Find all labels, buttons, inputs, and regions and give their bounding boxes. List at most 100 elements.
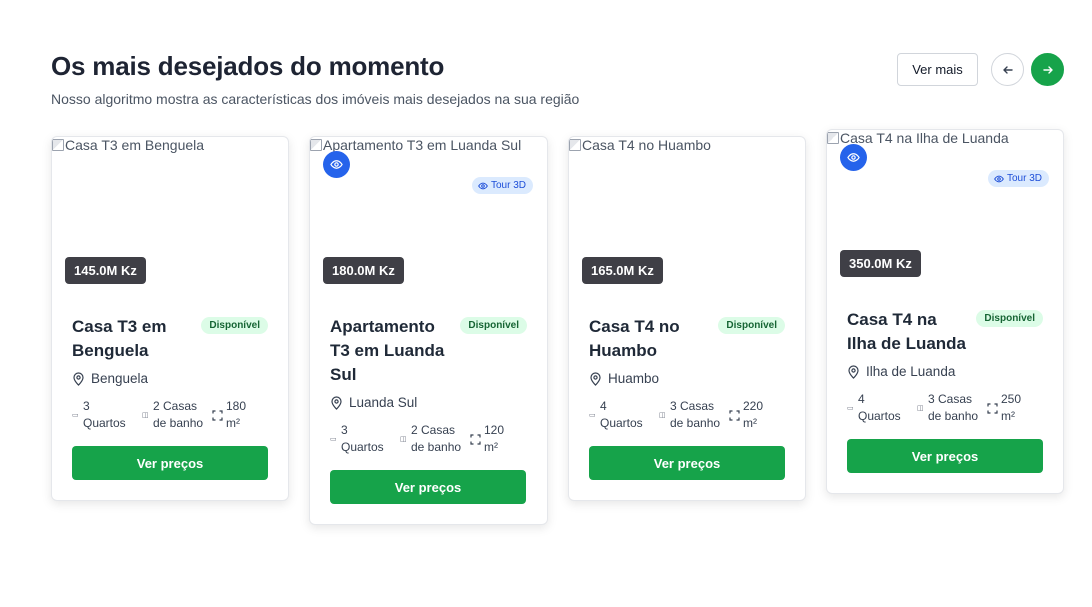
area-feature: 250 m² [987, 391, 1037, 425]
area-feature: 120 m² [470, 422, 520, 456]
area-icon [470, 433, 481, 445]
broken-image-icon [310, 139, 322, 151]
location-label: Ilha de Luanda [866, 364, 956, 379]
area-feature: 180 m² [212, 398, 262, 432]
bed-icon: ▭ [330, 435, 337, 443]
property-location: Benguela [72, 371, 268, 386]
property-image[interactable]: Apartamento T3 em Luanda Sul Tour 3D 180… [310, 137, 547, 297]
tour-3d-label: Tour 3D [1006, 173, 1042, 184]
rooms-label: 4 Quartos [858, 392, 901, 423]
property-features: ▭ 3 Quartos ◫ 2 Casas de banho 180 m² [72, 398, 268, 432]
location-label: Luanda Sul [349, 395, 418, 410]
ver-mais-button[interactable]: Ver mais [897, 53, 978, 86]
property-title[interactable]: Apartamento T3 em Luanda Sul [330, 315, 450, 387]
area-label: 120 m² [484, 423, 505, 454]
rooms-feature: ▭ 4 Quartos [589, 398, 659, 432]
bath-icon: ◫ [400, 435, 407, 443]
map-pin-icon [590, 371, 601, 386]
area-icon [212, 409, 223, 421]
baths-label: 3 Casas de banho [928, 392, 979, 423]
location-label: Huambo [608, 371, 660, 386]
bath-icon: ◫ [659, 411, 666, 419]
property-image[interactable]: Casa T4 no Huambo 165.0M Kz [569, 137, 805, 297]
carousel-next-button[interactable] [1031, 53, 1064, 86]
view-eye-button[interactable] [840, 144, 867, 171]
property-card[interactable]: Casa T4 no Huambo 165.0M Kz Casa T4 no H… [568, 136, 806, 501]
section-title: Os mais desejados do momento [51, 51, 445, 81]
area-feature: 220 m² [729, 398, 779, 432]
price-badge: 350.0M Kz [840, 250, 921, 277]
property-title[interactable]: Casa T4 no Huambo [589, 315, 709, 363]
area-icon [729, 409, 740, 421]
bed-icon: ▭ [589, 411, 596, 419]
baths-feature: ◫ 3 Casas de banho [917, 391, 987, 425]
eye-icon [994, 175, 1004, 182]
section-subtitle: Nosso algoritmo mostra as característica… [51, 91, 580, 107]
baths-label: 2 Casas de banho [411, 423, 462, 454]
image-alt-text: Casa T3 em Benguela [52, 137, 204, 153]
tour-3d-label: Tour 3D [490, 180, 526, 191]
bath-icon: ◫ [917, 404, 924, 412]
status-badge: Disponível [718, 317, 785, 334]
status-badge: Disponível [201, 317, 268, 334]
image-alt-label: Casa T3 em Benguela [65, 137, 205, 153]
ver-precos-button[interactable]: Ver preços [589, 446, 785, 480]
arrow-right-icon [1042, 65, 1053, 74]
area-label: 180 m² [226, 399, 247, 430]
property-location: Huambo [589, 371, 785, 386]
broken-image-icon [52, 139, 64, 151]
bed-icon: ▭ [847, 404, 854, 412]
image-alt-text: Casa T4 no Huambo [569, 137, 711, 153]
property-features: ▭ 4 Quartos ◫ 3 Casas de banho 250 m² [847, 391, 1043, 425]
tour-3d-badge[interactable]: Tour 3D [987, 170, 1049, 187]
carousel-prev-button[interactable] [991, 53, 1024, 86]
rooms-label: 3 Quartos [83, 399, 126, 430]
location-label: Benguela [91, 371, 149, 386]
area-label: 250 m² [1001, 392, 1022, 423]
rooms-feature: ▭ 4 Quartos [847, 391, 917, 425]
area-label: 220 m² [743, 399, 764, 430]
rooms-feature: ▭ 3 Quartos [72, 398, 142, 432]
price-badge: 165.0M Kz [582, 257, 663, 284]
property-features: ▭ 3 Quartos ◫ 2 Casas de banho 120 m² [330, 422, 527, 456]
ver-precos-button[interactable]: Ver preços [330, 470, 526, 504]
property-location: Luanda Sul [330, 395, 527, 410]
ver-precos-button[interactable]: Ver preços [847, 439, 1043, 473]
eye-icon [478, 182, 488, 189]
property-image[interactable]: Casa T3 em Benguela 145.0M Kz [52, 137, 288, 297]
property-title[interactable]: Casa T4 na Ilha de Luanda [847, 308, 967, 356]
image-alt-label: Apartamento T3 em Luanda Sul [323, 137, 522, 153]
property-card[interactable]: Casa T3 em Benguela 145.0M Kz Casa T3 em… [51, 136, 289, 501]
baths-feature: ◫ 2 Casas de banho [142, 398, 212, 432]
broken-image-icon [569, 139, 581, 151]
status-badge: Disponível [460, 317, 527, 334]
rooms-feature: ▭ 3 Quartos [330, 422, 400, 456]
property-card[interactable]: Casa T4 na Ilha de Luanda Tour 3D 350.0M… [826, 129, 1064, 494]
broken-image-icon [827, 132, 839, 144]
property-card[interactable]: Apartamento T3 em Luanda Sul Tour 3D 180… [309, 136, 548, 525]
bed-icon: ▭ [72, 411, 79, 419]
baths-feature: ◫ 2 Casas de banho [400, 422, 470, 456]
price-badge: 180.0M Kz [323, 257, 404, 284]
property-title[interactable]: Casa T3 em Benguela [72, 315, 192, 363]
property-image[interactable]: Casa T4 na Ilha de Luanda Tour 3D 350.0M… [827, 130, 1063, 290]
map-pin-icon [331, 395, 342, 410]
image-alt-label: Casa T4 na Ilha de Luanda [840, 130, 1009, 146]
map-pin-icon [848, 364, 859, 379]
property-features: ▭ 4 Quartos ◫ 3 Casas de banho 220 m² [589, 398, 785, 432]
rooms-label: 3 Quartos [341, 423, 384, 454]
ver-precos-button[interactable]: Ver preços [72, 446, 268, 480]
baths-label: 3 Casas de banho [670, 399, 721, 430]
image-alt-text: Apartamento T3 em Luanda Sul [310, 137, 521, 153]
rooms-label: 4 Quartos [600, 399, 643, 430]
eye-icon [847, 153, 860, 162]
arrow-left-icon [1002, 65, 1013, 74]
baths-feature: ◫ 3 Casas de banho [659, 398, 729, 432]
map-pin-icon [73, 371, 84, 386]
property-location: Ilha de Luanda [847, 364, 1043, 379]
image-alt-label: Casa T4 no Huambo [582, 137, 711, 153]
area-icon [987, 402, 998, 414]
view-eye-button[interactable] [323, 151, 350, 178]
bath-icon: ◫ [142, 411, 149, 419]
tour-3d-badge[interactable]: Tour 3D [471, 177, 533, 194]
